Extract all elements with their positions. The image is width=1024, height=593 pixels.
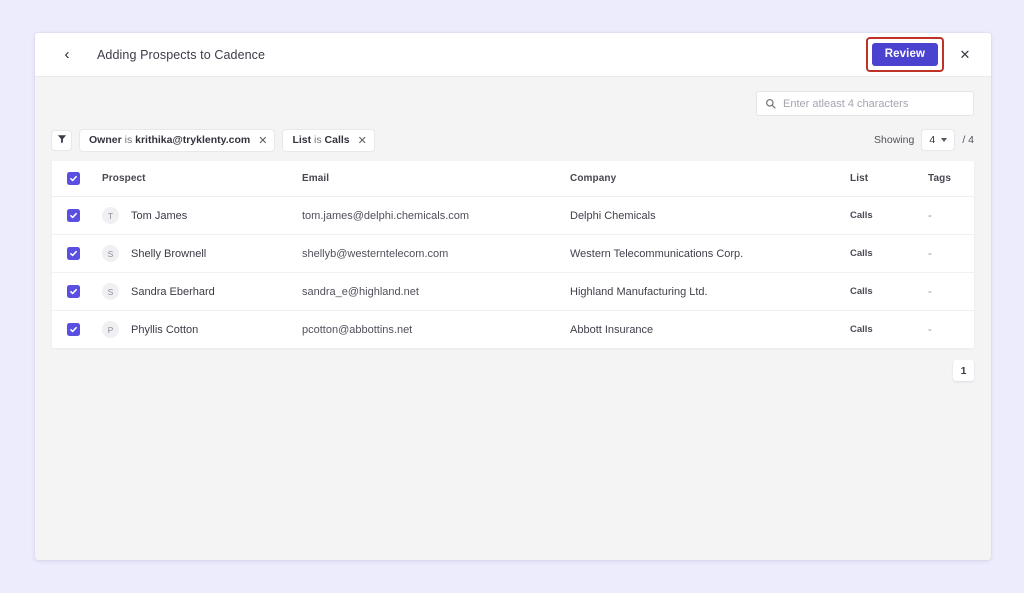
- avatar: T: [102, 207, 119, 224]
- app-background: ‹ Adding Prospects to Cadence Review ✕: [0, 0, 1024, 593]
- search-icon: [765, 98, 776, 109]
- prospect-name: Shelly Brownell: [131, 248, 206, 260]
- search-input[interactable]: [783, 98, 965, 110]
- row-select-cell: [52, 235, 102, 273]
- filter-chip-owner-operator: is: [125, 134, 133, 146]
- table-header-row: Prospect Email Company List Tags: [52, 161, 974, 197]
- column-header-email[interactable]: Email: [302, 161, 570, 197]
- avatar: S: [102, 245, 119, 262]
- showing-control: Showing 4 / 4: [874, 130, 974, 150]
- company-cell: Western Telecommunications Corp.: [570, 235, 850, 273]
- filter-chip-list[interactable]: List is Calls ✕: [283, 130, 373, 151]
- review-annotation-highlight: Review: [866, 37, 944, 72]
- review-button[interactable]: Review: [872, 43, 938, 66]
- prospect-cell: P Phyllis Cotton: [102, 311, 302, 349]
- modal-header: ‹ Adding Prospects to Cadence Review ✕: [35, 33, 991, 77]
- row-select-cell: [52, 197, 102, 235]
- column-header-list[interactable]: List: [850, 161, 928, 197]
- filter-button[interactable]: [52, 131, 71, 150]
- row-select-cell: [52, 311, 102, 349]
- company-cell: Abbott Insurance: [570, 311, 850, 349]
- list-cell: Calls: [850, 235, 928, 273]
- table-row[interactable]: P Phyllis Cotton pcotton@abbottins.net A…: [52, 311, 974, 349]
- column-header-tags[interactable]: Tags: [928, 161, 974, 197]
- search-box[interactable]: [756, 91, 974, 116]
- list-cell: Calls: [850, 311, 928, 349]
- showing-label: Showing: [874, 134, 914, 146]
- filter-chip-owner-field: Owner: [89, 134, 122, 146]
- column-header-company[interactable]: Company: [570, 161, 850, 197]
- avatar: P: [102, 321, 119, 338]
- select-all-checkbox[interactable]: [67, 172, 80, 185]
- filter-chip-owner-value: krithika@tryklenty.com: [135, 134, 250, 146]
- page-title: Adding Prospects to Cadence: [97, 48, 265, 62]
- filter-chip-owner-text: Owner is krithika@tryklenty.com: [89, 134, 250, 146]
- company-cell: Delphi Chemicals: [570, 197, 850, 235]
- add-prospects-modal: ‹ Adding Prospects to Cadence Review ✕: [35, 33, 991, 560]
- email-cell: shellyb@westerntelecom.com: [302, 235, 570, 273]
- search-row: [52, 77, 974, 116]
- tags-cell: -: [928, 235, 974, 273]
- filter-chip-list-text: List is Calls: [292, 134, 349, 146]
- email-cell: pcotton@abbottins.net: [302, 311, 570, 349]
- filter-chip-list-value: Calls: [325, 134, 350, 146]
- email-cell: sandra_e@highland.net: [302, 273, 570, 311]
- table-row[interactable]: T Tom James tom.james@delphi.chemicals.c…: [52, 197, 974, 235]
- filter-chip-owner[interactable]: Owner is krithika@tryklenty.com ✕: [80, 130, 274, 151]
- prospect-name: Tom James: [131, 210, 187, 222]
- prospect-name: Phyllis Cotton: [131, 324, 198, 336]
- filter-row: Owner is krithika@tryklenty.com ✕ List i…: [52, 129, 974, 151]
- back-button[interactable]: ‹: [57, 45, 77, 65]
- select-all-header: [52, 161, 102, 197]
- prospects-table-panel: Prospect Email Company List Tags: [52, 161, 974, 348]
- prospect-name: Sandra Eberhard: [131, 286, 215, 298]
- filter-icon: [57, 131, 67, 149]
- tags-cell: -: [928, 311, 974, 349]
- page-size-value: 4: [929, 134, 935, 146]
- page-button-1[interactable]: 1: [953, 360, 974, 381]
- prospect-cell: S Sandra Eberhard: [102, 273, 302, 311]
- table-row[interactable]: S Sandra Eberhard sandra_e@highland.net …: [52, 273, 974, 311]
- row-select-cell: [52, 273, 102, 311]
- showing-total: / 4: [962, 134, 974, 146]
- close-icon: ✕: [960, 47, 971, 63]
- prospect-cell: T Tom James: [102, 197, 302, 235]
- close-button[interactable]: ✕: [956, 46, 974, 64]
- table-row[interactable]: S Shelly Brownell shellyb@westerntelecom…: [52, 235, 974, 273]
- tags-cell: -: [928, 273, 974, 311]
- tags-cell: -: [928, 197, 974, 235]
- prospect-cell: S Shelly Brownell: [102, 235, 302, 273]
- column-header-prospect[interactable]: Prospect: [102, 161, 302, 197]
- filter-chip-list-remove-icon[interactable]: ✕: [358, 134, 367, 147]
- filter-chip-owner-remove-icon[interactable]: ✕: [258, 134, 267, 147]
- avatar: S: [102, 283, 119, 300]
- filter-chip-list-field: List: [292, 134, 311, 146]
- modal-body: Owner is krithika@tryklenty.com ✕ List i…: [35, 77, 991, 381]
- filter-chip-list-operator: is: [314, 134, 322, 146]
- chevron-left-icon: ‹: [65, 47, 70, 62]
- row-checkbox[interactable]: [67, 285, 80, 298]
- row-checkbox[interactable]: [67, 247, 80, 260]
- row-checkbox[interactable]: [67, 209, 80, 222]
- row-checkbox[interactable]: [67, 323, 80, 336]
- header-actions: Review ✕: [866, 37, 974, 72]
- company-cell: Highland Manufacturing Ltd.: [570, 273, 850, 311]
- table-body: T Tom James tom.james@delphi.chemicals.c…: [52, 197, 974, 349]
- chevron-down-icon: [941, 138, 947, 142]
- list-cell: Calls: [850, 273, 928, 311]
- page-size-select[interactable]: 4: [922, 130, 954, 150]
- pagination: 1: [52, 360, 974, 381]
- email-cell: tom.james@delphi.chemicals.com: [302, 197, 570, 235]
- table-head: Prospect Email Company List Tags: [52, 161, 974, 197]
- list-cell: Calls: [850, 197, 928, 235]
- prospects-table: Prospect Email Company List Tags: [52, 161, 974, 348]
